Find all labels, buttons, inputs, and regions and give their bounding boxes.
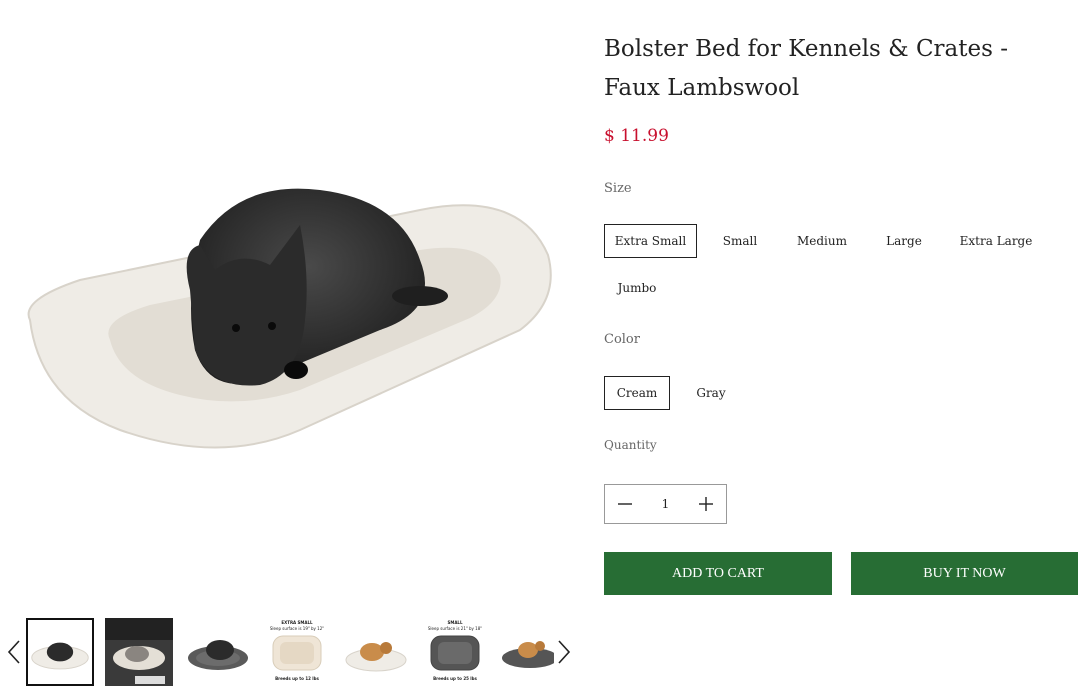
buy-now-button[interactable]: BUY IT NOW: [851, 552, 1078, 595]
size-option-jumbo[interactable]: Jumbo: [604, 271, 670, 305]
size-option-small[interactable]: Small: [712, 224, 768, 258]
thumbnail-6[interactable]: SMALL Sleep surface is 21" by 18" Breeds…: [421, 618, 489, 686]
size-label: Size: [604, 181, 632, 196]
thumbnail-6-footer: Breeds up to 25 lbs: [433, 676, 477, 681]
quantity-stepper: 1: [604, 484, 727, 524]
thumbnail-3[interactable]: [184, 618, 252, 686]
plus-icon[interactable]: [686, 485, 726, 523]
main-product-image[interactable]: [0, 0, 580, 600]
thumbnail-6-title: SMALL: [447, 620, 463, 625]
quantity-label: Quantity: [604, 438, 657, 452]
thumbnail-6-subtitle: Sleep surface is 21" by 18": [427, 626, 483, 631]
thumbnail-2[interactable]: [105, 618, 173, 686]
chevron-right-icon[interactable]: [553, 636, 575, 668]
minus-icon[interactable]: [605, 485, 645, 523]
product-title: Bolster Bed for Kennels & Crates - Faux …: [604, 36, 1008, 101]
size-option-extra-large[interactable]: Extra Large: [950, 224, 1042, 258]
color-option-gray[interactable]: Gray: [684, 376, 738, 410]
thumbnail-5[interactable]: [342, 618, 410, 686]
thumbnail-carousel: EXTRA SMALL Sleep surface is 19" by 12" …: [0, 612, 580, 692]
color-option-cream[interactable]: Cream: [604, 376, 670, 410]
add-to-cart-button[interactable]: ADD TO CART: [604, 552, 832, 595]
size-option-large[interactable]: Large: [876, 224, 932, 258]
chevron-left-icon[interactable]: [3, 636, 25, 668]
size-option-medium[interactable]: Medium: [786, 224, 858, 258]
thumbnail-4-subtitle: Sleep surface is 19" by 12": [269, 626, 325, 631]
quantity-input[interactable]: 1: [645, 485, 686, 523]
product-price: $ 11.99: [604, 126, 669, 146]
thumbnail-4-title: EXTRA SMALL: [281, 620, 313, 625]
thumbnail-4-footer: Breeds up to 12 lbs: [275, 676, 319, 681]
size-option-extra-small[interactable]: Extra Small: [604, 224, 697, 258]
thumbnail-4[interactable]: EXTRA SMALL Sleep surface is 19" by 12" …: [263, 618, 331, 686]
thumbnail-1[interactable]: [26, 618, 94, 686]
color-label: Color: [604, 332, 640, 347]
thumbnail-7[interactable]: [500, 618, 554, 686]
